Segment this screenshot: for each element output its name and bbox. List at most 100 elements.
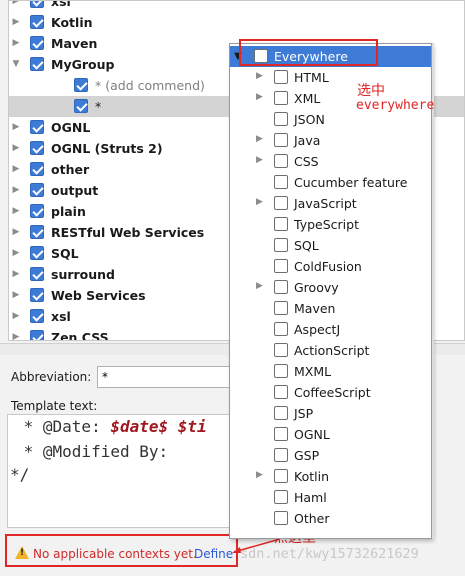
context-checkbox[interactable]	[274, 196, 288, 210]
expand-arrow-icon[interactable]: ▶	[11, 206, 21, 216]
tree-checkbox[interactable]	[30, 141, 44, 155]
context-checkbox[interactable]	[274, 364, 288, 378]
tree-checkbox[interactable]	[74, 99, 88, 113]
expand-arrow-icon[interactable]: ▶	[11, 17, 21, 27]
tree-checkbox[interactable]	[30, 57, 44, 71]
tree-checkbox[interactable]	[74, 78, 88, 92]
tree-checkbox[interactable]	[30, 162, 44, 176]
expand-arrow-icon[interactable]: ▶	[256, 281, 263, 291]
popup-context-item[interactable]: Haml	[230, 487, 431, 508]
popup-context-item[interactable]: Other	[230, 508, 431, 529]
context-checkbox[interactable]	[274, 427, 288, 441]
context-checkbox[interactable]	[274, 280, 288, 294]
context-label: TypeScript	[294, 217, 359, 232]
context-checkbox[interactable]	[274, 259, 288, 273]
context-checkbox[interactable]	[274, 469, 288, 483]
context-label: CSS	[294, 154, 319, 169]
context-checkbox[interactable]	[274, 385, 288, 399]
expand-arrow-icon[interactable]: ▶	[11, 332, 21, 340]
context-checkbox[interactable]	[274, 238, 288, 252]
context-checkbox[interactable]	[274, 112, 288, 126]
expand-arrow-icon[interactable]: ▶	[11, 38, 21, 48]
popup-context-item[interactable]: ▶ JavaScript	[230, 193, 431, 214]
collapse-arrow-icon[interactable]: ▼	[11, 59, 21, 69]
context-label: Other	[294, 511, 330, 526]
popup-context-item[interactable]: OGNL	[230, 424, 431, 445]
tree-checkbox[interactable]	[30, 246, 44, 260]
template-editor[interactable]: * @Date: $date$ $ti * @Modified By: */	[7, 414, 247, 528]
expand-arrow-icon[interactable]: ▶	[11, 290, 21, 300]
context-checkbox[interactable]	[274, 490, 288, 504]
expand-arrow-icon[interactable]: ▶	[11, 122, 21, 132]
tree-checkbox[interactable]	[30, 204, 44, 218]
tree-checkbox[interactable]	[30, 330, 44, 340]
context-label: Kotlin	[294, 469, 329, 484]
popup-context-item[interactable]: SQL	[230, 235, 431, 256]
popup-context-item[interactable]: CoffeeScript	[230, 382, 431, 403]
popup-context-item[interactable]: ▶ Kotlin	[230, 466, 431, 487]
context-checkbox[interactable]	[274, 91, 288, 105]
expand-arrow-icon[interactable]: ▶	[256, 71, 263, 81]
popup-context-item[interactable]: ▶ Java	[230, 130, 431, 151]
expand-arrow-icon[interactable]: ▶	[11, 1, 21, 6]
popup-context-item[interactable]: ▶ CSS	[230, 151, 431, 172]
expand-arrow-icon[interactable]: ▶	[256, 197, 263, 207]
popup-context-item[interactable]: ▶ Groovy	[230, 277, 431, 298]
popup-context-item[interactable]: ▶ HTML	[230, 67, 431, 88]
expand-arrow-icon[interactable]: ▶	[11, 311, 21, 321]
expand-arrow-icon[interactable]: ▶	[11, 269, 21, 279]
expand-arrow-icon[interactable]: ▶	[256, 92, 263, 102]
code-date-variable: $date$ $ti	[110, 417, 207, 436]
context-label: Java	[294, 133, 321, 148]
expand-arrow-icon[interactable]: ▶	[256, 134, 263, 144]
tree-group-item[interactable]: ▶ Kotlin	[9, 12, 464, 33]
context-checkbox[interactable]	[274, 511, 288, 525]
expand-arrow-icon[interactable]: ▶	[11, 164, 21, 174]
context-label: JSON	[294, 112, 325, 127]
tree-checkbox[interactable]	[30, 1, 44, 8]
tree-checkbox[interactable]	[30, 267, 44, 281]
popup-context-item[interactable]: TypeScript	[230, 214, 431, 235]
expand-arrow-icon[interactable]: ▶	[11, 248, 21, 258]
tree-group-item[interactable]: ▶ xsl	[9, 1, 464, 12]
tree-checkbox[interactable]	[30, 183, 44, 197]
tree-checkbox[interactable]	[30, 120, 44, 134]
context-checkbox[interactable]	[274, 175, 288, 189]
popup-context-item[interactable]: MXML	[230, 361, 431, 382]
tree-item-label: *	[95, 99, 102, 114]
popup-context-item[interactable]: Cucumber feature	[230, 172, 431, 193]
tree-item-label: xsl	[51, 309, 71, 324]
expand-arrow-icon[interactable]: ▶	[11, 227, 21, 237]
popup-context-item[interactable]: Maven	[230, 298, 431, 319]
tree-checkbox[interactable]	[30, 15, 44, 29]
annotation-select-en: everywhere	[356, 98, 435, 113]
popup-context-item[interactable]: ActionScript	[230, 340, 431, 361]
tree-item-label: SQL	[51, 246, 79, 261]
context-checkbox[interactable]	[274, 322, 288, 336]
context-checkbox[interactable]	[274, 154, 288, 168]
popup-context-item[interactable]: AspectJ	[230, 319, 431, 340]
tree-checkbox[interactable]	[30, 225, 44, 239]
popup-scrollbar[interactable]	[432, 43, 434, 539]
context-checkbox[interactable]	[274, 133, 288, 147]
abbreviation-input[interactable]	[97, 366, 247, 388]
tree-item-label: surround	[51, 267, 116, 282]
tree-checkbox[interactable]	[30, 309, 44, 323]
tree-checkbox[interactable]	[30, 288, 44, 302]
context-checkbox[interactable]	[274, 406, 288, 420]
context-label: SQL	[294, 238, 319, 253]
context-checkbox[interactable]	[274, 301, 288, 315]
popup-context-item[interactable]: GSP	[230, 445, 431, 466]
context-checkbox[interactable]	[274, 70, 288, 84]
popup-context-item[interactable]: JSP	[230, 403, 431, 424]
expand-arrow-icon[interactable]: ▶	[11, 143, 21, 153]
context-checkbox[interactable]	[274, 343, 288, 357]
expand-arrow-icon[interactable]: ▶	[11, 185, 21, 195]
context-checkbox[interactable]	[274, 448, 288, 462]
tree-checkbox[interactable]	[30, 36, 44, 50]
context-checkbox[interactable]	[274, 217, 288, 231]
context-label: MXML	[294, 364, 332, 379]
expand-arrow-icon[interactable]: ▶	[256, 470, 263, 480]
popup-context-item[interactable]: ColdFusion	[230, 256, 431, 277]
expand-arrow-icon[interactable]: ▶	[256, 155, 263, 165]
